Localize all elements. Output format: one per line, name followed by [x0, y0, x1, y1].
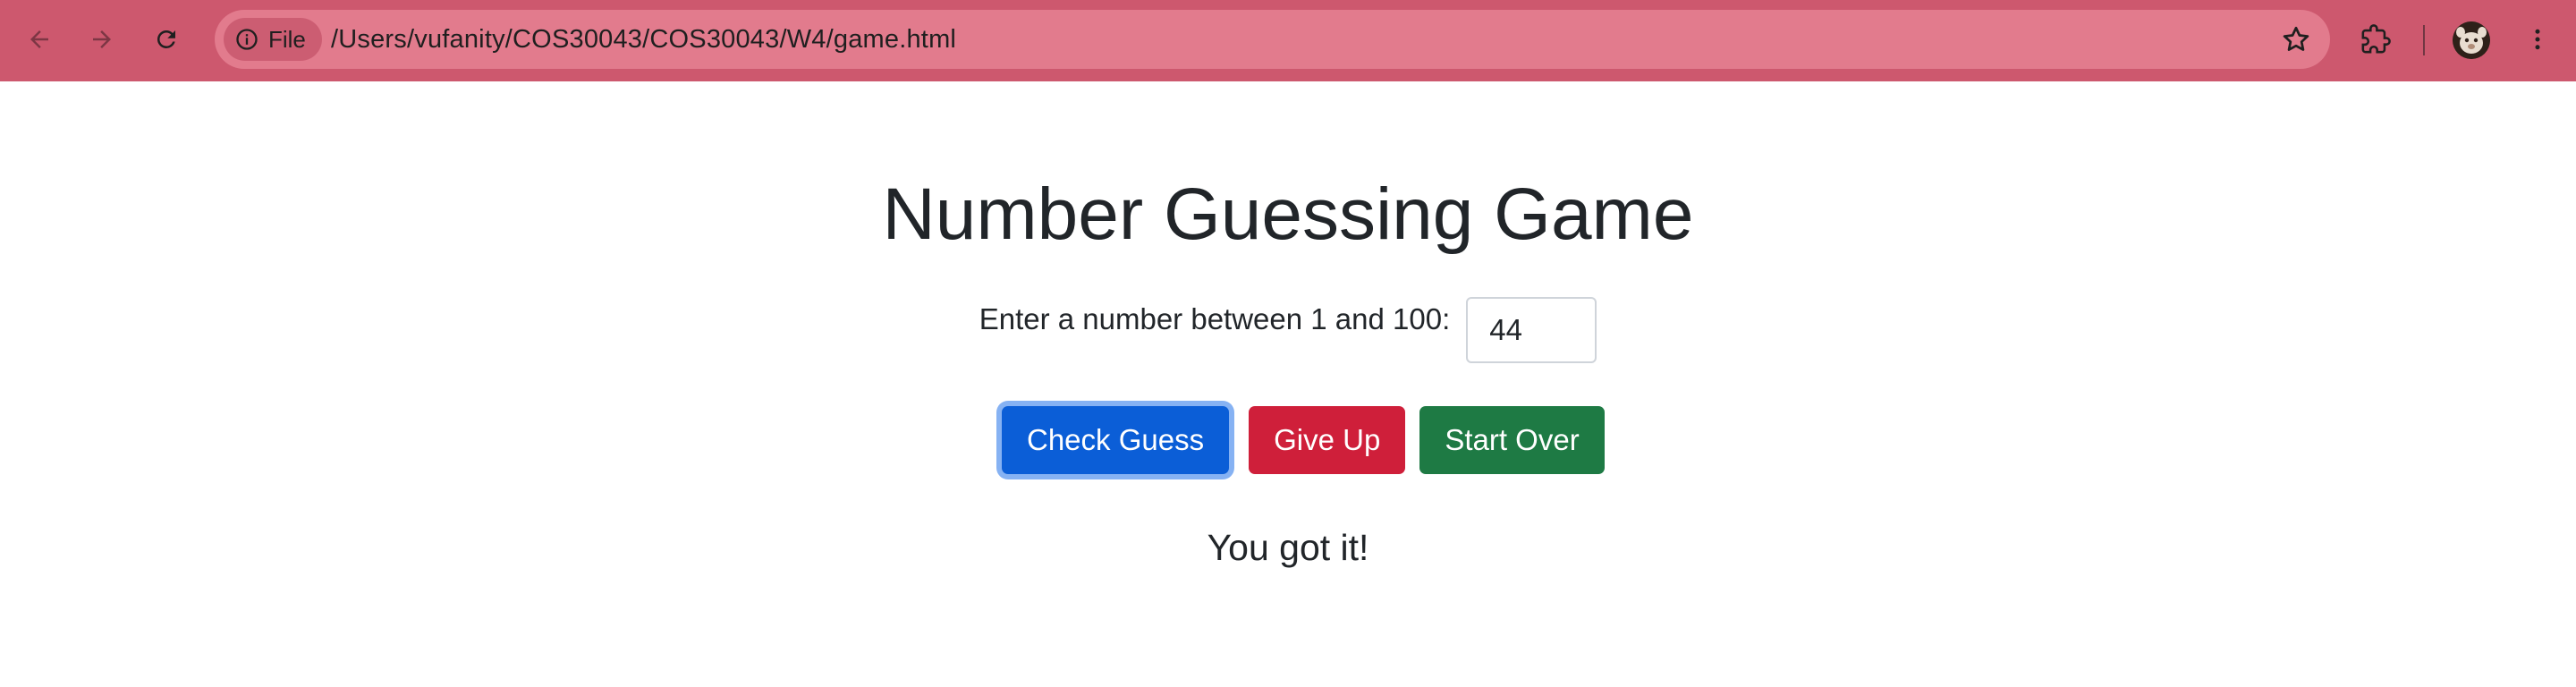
start-over-button[interactable]: Start Over	[1419, 406, 1605, 474]
give-up-button[interactable]: Give Up	[1249, 406, 1406, 474]
extensions-button[interactable]	[2356, 20, 2395, 59]
reload-icon	[157, 30, 175, 48]
puzzle-icon	[2361, 24, 2391, 54]
back-button[interactable]	[20, 20, 59, 59]
forward-button[interactable]	[82, 20, 122, 59]
arrow-right-icon	[93, 30, 111, 48]
result-message: You got it!	[1207, 527, 1369, 568]
arrow-left-icon	[30, 30, 48, 48]
guess-input[interactable]	[1466, 297, 1597, 363]
kebab-menu-icon	[2535, 29, 2540, 50]
reload-button[interactable]	[147, 20, 186, 59]
check-guess-button[interactable]: Check Guess	[1002, 406, 1230, 474]
info-icon	[236, 29, 258, 50]
address-bar[interactable]: File /Users/vufanity/COS30043/COS30043/W…	[215, 10, 2330, 69]
page-title: Number Guessing Game	[882, 174, 1694, 255]
guess-label: Enter a number between 1 and 100:	[979, 302, 1451, 335]
url-text[interactable]: /Users/vufanity/COS30043/COS30043/W4/gam…	[331, 10, 956, 69]
action-buttons: Check Guess Give Up Start Over	[996, 403, 1605, 478]
browser-toolbar: File /Users/vufanity/COS30043/COS30043/W…	[0, 0, 2576, 81]
site-info-label: File	[268, 25, 306, 53]
guess-row: Enter a number between 1 and 100:	[0, 297, 2576, 365]
avatar[interactable]	[2453, 21, 2490, 59]
toolbar-divider	[2423, 25, 2425, 55]
site-info-chip[interactable]: File	[224, 18, 322, 61]
star-icon[interactable]	[2280, 23, 2312, 55]
menu-button[interactable]	[2518, 20, 2557, 59]
profile-picture	[2453, 21, 2490, 59]
